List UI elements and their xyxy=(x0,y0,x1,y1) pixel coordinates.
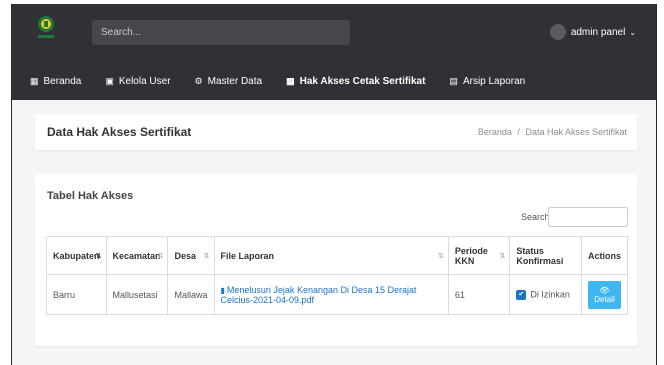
cell-desa: Mallawa xyxy=(167,274,215,315)
status-text: Di Izinkan xyxy=(530,289,570,300)
table-card: Tabel Hak Akses Search: Kabupaten ⇅ Kecam… xyxy=(35,174,637,346)
access-table: Kabupaten ⇅ Kecamatan ⇅ Desa ⇅ File Laporan… xyxy=(46,236,629,315)
nav-item-label: Hak Akses Cetak Sertifikat xyxy=(299,76,426,87)
column-header-desa[interactable]: Desa ⇅ xyxy=(167,236,215,275)
breadcrumb: Beranda / Data Hak Akses Sertifikat xyxy=(478,127,627,137)
search-input[interactable]: Search... xyxy=(92,20,350,45)
nav-item-label: Arsip Laporan xyxy=(462,76,526,87)
app-frame: Search... admin panel ⌄ ▦ Beranda ▣ Kelo… xyxy=(11,4,657,365)
cell-actions: 👁Detail xyxy=(580,274,629,315)
table-header-row: Kabupaten ⇅ Kecamatan ⇅ Desa ⇅ File Laporan… xyxy=(46,236,629,275)
user-name: admin panel xyxy=(570,26,626,38)
cell-kecamatan: Mallusetasi xyxy=(105,274,169,315)
file-icon: ▮ xyxy=(220,285,225,295)
sort-icon: ⇅ xyxy=(203,253,210,260)
page-header-card: Data Hak Akses Sertifikat Beranda / Data… xyxy=(35,114,637,150)
nav-item-hak-akses[interactable]: ▦ Hak Akses Cetak Sertifikat xyxy=(286,76,425,87)
file-link[interactable]: ▮ Menelusuri Jejak Kenangan Di Desa 15 De… xyxy=(221,285,417,305)
archive-icon: ▤ xyxy=(449,76,458,86)
breadcrumb-separator: / xyxy=(517,127,520,137)
table-search-input[interactable] xyxy=(548,207,628,227)
column-header-kabupaten[interactable]: Kabupaten ⇅ xyxy=(46,236,107,275)
column-header-kecamatan[interactable]: Kecamatan ⇅ xyxy=(105,236,169,275)
nav-item-label: Beranda xyxy=(43,76,82,87)
breadcrumb-home[interactable]: Beranda xyxy=(478,127,512,137)
nav-item-beranda[interactable]: ▦ Beranda xyxy=(30,76,81,87)
chevron-down-icon: ⌄ xyxy=(629,27,636,37)
cell-periode-kkn: 61 xyxy=(447,274,511,315)
column-header-actions: Actions xyxy=(580,236,629,275)
user-icon: ▣ xyxy=(105,76,114,86)
column-header-status-konfirmasi[interactable]: Status Konfirmasi xyxy=(509,236,582,275)
page-title: Data Hak Akses Sertifikat xyxy=(47,125,192,139)
nav-item-label: Kelola User xyxy=(118,76,171,87)
sort-icon: ⇅ xyxy=(157,253,164,260)
cell-status-konfirmasi: ✔ Di Izinkan xyxy=(509,274,582,315)
nav-item-arsip-laporan[interactable]: ▤ Arsip Laporan xyxy=(449,76,525,87)
column-header-file-laporan[interactable]: File Laporan ⇅ xyxy=(213,236,449,275)
detail-button-label: Detail xyxy=(594,294,615,304)
logo-icon[interactable] xyxy=(35,14,57,42)
user-menu[interactable]: admin panel ⌄ xyxy=(549,24,636,40)
top-navbar: Search... admin panel ⌄ ▦ Beranda ▣ Kelo… xyxy=(12,4,656,100)
grid-icon: ▦ xyxy=(286,76,295,86)
sort-icon: ⇅ xyxy=(499,253,506,260)
sort-icon: ⇅ xyxy=(438,253,444,260)
cell-kabupaten: Barru xyxy=(46,274,107,315)
nav-item-label: Master Data xyxy=(207,76,263,87)
home-icon: ▦ xyxy=(30,76,39,86)
avatar xyxy=(549,24,566,40)
table-row: Barru Mallusetasi Mallawa ▮ Menelusuri Je… xyxy=(46,274,629,315)
settings-icon: ⚙ xyxy=(194,76,203,86)
table-heading: Tabel Hak Akses xyxy=(47,190,134,202)
nav-item-kelola-user[interactable]: ▣ Kelola User xyxy=(105,76,170,87)
nav-item-master-data[interactable]: ⚙ Master Data xyxy=(195,76,263,87)
main-nav: ▦ Beranda ▣ Kelola User ⚙ Master Data ▦ … xyxy=(30,76,549,87)
breadcrumb-current: Data Hak Akses Sertifikat xyxy=(525,127,627,137)
detail-button[interactable]: 👁Detail xyxy=(587,280,621,309)
check-icon: ✔ xyxy=(516,289,527,300)
sort-icon: ⇅ xyxy=(95,253,102,260)
cell-file-laporan: ▮ Menelusuri Jejak Kenangan Di Desa 15 De… xyxy=(213,274,449,315)
column-header-periode-kkn[interactable]: Periode KKN ⇅ xyxy=(447,236,511,275)
file-name: Menelusuri Jejak Kenangan Di Desa 15 Der… xyxy=(220,284,417,305)
eye-icon: 👁 xyxy=(599,285,610,295)
